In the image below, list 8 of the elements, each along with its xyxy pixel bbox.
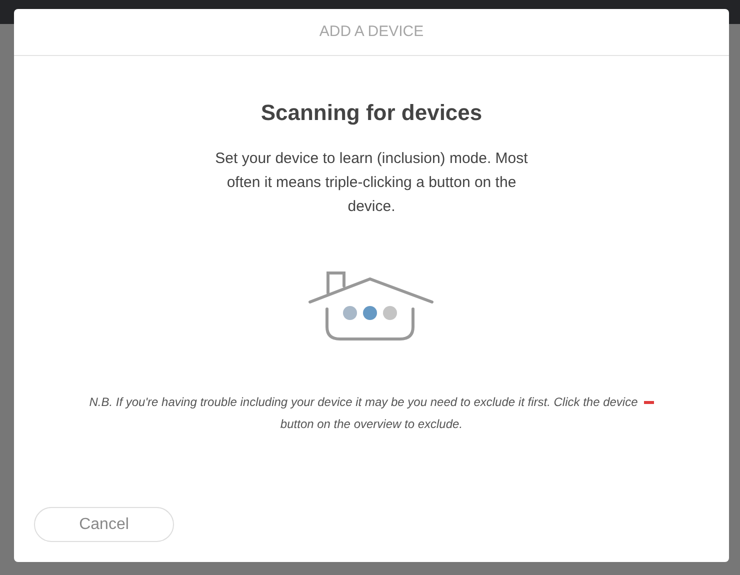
heading: Scanning for devices <box>260 99 482 127</box>
instructions: Set your device to learn (inclusion) mode. Most often it means triple-clicking a button on the device. <box>214 149 529 217</box>
note-text: N.B. If you're having trouble including your device it may be you need to exclude it first. Click the device <box>89 394 638 411</box>
note-text: button on the overview to exclude. <box>280 416 463 433</box>
minus-icon <box>644 400 654 404</box>
cancel-button[interactable]: Cancel <box>34 507 174 542</box>
house-icon <box>308 269 436 341</box>
dialog-title: ADD A DEVICE <box>319 22 424 42</box>
